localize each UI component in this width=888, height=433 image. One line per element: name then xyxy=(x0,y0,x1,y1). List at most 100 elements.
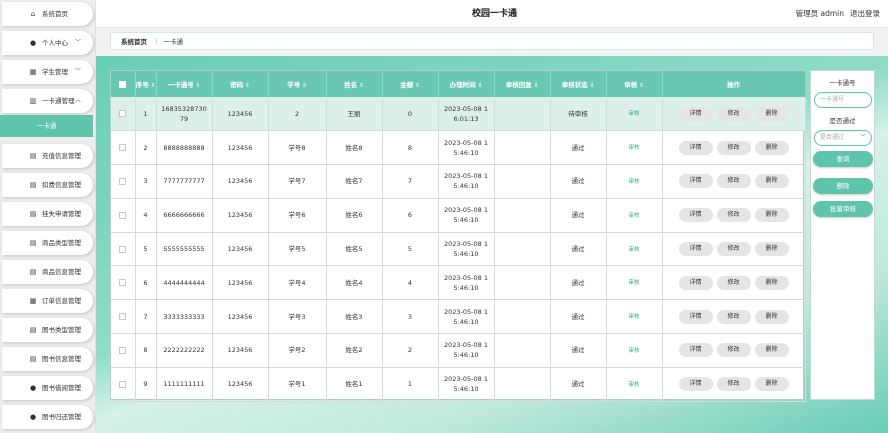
table-row[interactable]: 9 1111111111 123456 学号1 姓名1 1 2023-05-08 15:46… xyxy=(111,367,806,402)
delete-row-button[interactable]: 删除 xyxy=(754,343,789,358)
column-header[interactable]: 审核状态 ⇕ xyxy=(550,71,607,97)
sidebar-item[interactable]: ▤ 图书信息管理 ﹀ xyxy=(2,347,93,371)
detail-button[interactable]: 详情 xyxy=(678,275,713,290)
audit-link[interactable]: 审核 xyxy=(628,280,639,286)
sidebar-item[interactable]: ● 图书借阅管理 ﹀ xyxy=(2,376,93,400)
sort-icon[interactable]: ⇕ xyxy=(478,83,483,89)
table-row[interactable]: 5 5555555555 123456 学号5 姓名5 5 2023-05-08 15:46… xyxy=(111,232,806,267)
delete-row-button[interactable]: 删除 xyxy=(754,174,789,189)
search-button[interactable]: 查询 xyxy=(813,151,873,167)
sort-icon[interactable]: ⇕ xyxy=(534,83,539,89)
row-checkbox[interactable] xyxy=(119,313,127,321)
row-checkbox[interactable] xyxy=(119,245,127,253)
sidebar-item[interactable]: ▤ 图书类型管理 ﹀ xyxy=(2,318,93,342)
column-header[interactable]: 一卡通号 ⇕ xyxy=(156,71,213,97)
table-row[interactable]: 3 7777777777 123456 学号7 姓名7 7 2023-05-08 15:46… xyxy=(111,164,806,199)
sort-icon[interactable]: ⇕ xyxy=(415,83,420,89)
column-header[interactable]: 金额 ⇕ xyxy=(382,71,439,97)
delete-row-button[interactable]: 删除 xyxy=(754,208,789,223)
sidebar-item[interactable]: ▦ 订单信息管理 ﹀ xyxy=(2,289,93,313)
delete-row-button[interactable]: 删除 xyxy=(754,242,789,257)
delete-row-button[interactable]: 删除 xyxy=(754,275,789,290)
sort-icon[interactable]: ⇕ xyxy=(196,83,201,89)
edit-button[interactable]: 修改 xyxy=(716,343,751,358)
submenu-item-card[interactable]: 一卡通 xyxy=(0,115,93,137)
edit-button[interactable]: 修改 xyxy=(716,377,751,392)
audit-link[interactable]: 审核 xyxy=(628,145,639,151)
detail-button[interactable]: 详情 xyxy=(678,343,713,358)
sidebar-item[interactable]: ▤ 充值信息管理 ﹀ xyxy=(2,144,93,168)
column-header[interactable]: 序号 ⇕ xyxy=(135,71,157,97)
audit-link[interactable]: 审核 xyxy=(628,382,639,388)
delete-row-button[interactable]: 删除 xyxy=(754,106,789,121)
audit-link[interactable]: 审核 xyxy=(628,348,639,354)
row-checkbox[interactable] xyxy=(119,346,127,354)
sidebar-item[interactable]: ▤ 挂失申请管理 ﹀ xyxy=(2,202,93,226)
edit-button[interactable]: 修改 xyxy=(716,309,751,324)
select-all-checkbox[interactable] xyxy=(119,80,127,88)
table-row[interactable]: 7 3333333333 123456 学号3 姓名3 3 2023-05-08 15:46… xyxy=(111,299,806,335)
table-row[interactable]: 2 8888888888 123456 学号8 姓名8 8 2023-05-08 15:46… xyxy=(111,130,806,166)
table-row[interactable]: 8 2222222222 123456 学号2 姓名2 2 2023-05-08 15:46… xyxy=(111,333,806,368)
edit-button[interactable]: 修改 xyxy=(716,242,751,257)
edit-button[interactable]: 修改 xyxy=(716,106,751,121)
column-header[interactable]: 密码 ⇕ xyxy=(212,71,269,97)
sort-icon[interactable]: ⇕ xyxy=(245,83,250,89)
row-checkbox[interactable] xyxy=(119,110,127,118)
sidebar-item[interactable]: ● 图书归还管理 ﹀ xyxy=(2,405,93,429)
column-header[interactable]: 审核回复 ⇕ xyxy=(494,71,551,97)
audit-link[interactable]: 审核 xyxy=(628,111,639,117)
table-row[interactable]: 4 6666666666 123456 学号6 姓名6 6 2023-05-08 15:46… xyxy=(111,198,806,233)
breadcrumb-home[interactable]: 系统首页 xyxy=(121,36,147,46)
audit-link[interactable]: 审核 xyxy=(628,314,639,320)
sidebar-item[interactable]: ▤ 商品类型管理 ﹀ xyxy=(2,231,93,255)
detail-button[interactable]: 详情 xyxy=(678,309,713,324)
detail-button[interactable]: 详情 xyxy=(678,174,713,189)
row-checkbox[interactable] xyxy=(119,279,127,287)
sidebar-item[interactable]: ▤ 商品信息管理 ﹀ xyxy=(2,260,93,284)
sidebar-item[interactable]: ● 个人中心 ﹀ xyxy=(2,31,93,55)
sort-icon[interactable]: ⇕ xyxy=(590,83,595,89)
audit-link[interactable]: 审核 xyxy=(628,179,639,185)
column-header[interactable]: 审核 ⇕ xyxy=(606,71,663,97)
column-header[interactable]: 学号 ⇕ xyxy=(268,71,327,97)
column-header[interactable]: 姓名 ⇕ xyxy=(326,71,383,97)
detail-button[interactable]: 详情 xyxy=(678,208,713,223)
sidebar-item[interactable]: ⌂ 系统首页 xyxy=(2,2,93,26)
sort-icon[interactable]: ⇕ xyxy=(359,83,364,89)
detail-button[interactable]: 详情 xyxy=(678,242,713,257)
sort-icon[interactable]: ⇕ xyxy=(302,83,307,89)
delete-button[interactable]: 删除 xyxy=(813,178,873,194)
audit-link[interactable]: 审核 xyxy=(628,213,639,219)
column-header[interactable]: 办理时间 ⇕ xyxy=(438,71,495,97)
edit-button[interactable]: 修改 xyxy=(716,275,751,290)
edit-button[interactable]: 修改 xyxy=(716,208,751,223)
sidebar-item[interactable]: ▤ 扣费信息管理 ﹀ xyxy=(2,173,93,197)
table-row[interactable]: 6 4444444444 123456 学号4 姓名4 4 2023-05-08 15:46… xyxy=(111,265,806,301)
delete-row-button[interactable]: 删除 xyxy=(754,140,789,155)
audit-link[interactable]: 审核 xyxy=(628,247,639,253)
batch-audit-button[interactable]: 批量审核 xyxy=(813,201,873,217)
sort-icon[interactable]: ⇕ xyxy=(639,83,644,89)
row-checkbox[interactable] xyxy=(119,380,127,388)
row-checkbox[interactable] xyxy=(119,211,127,219)
sidebar-item[interactable]: ▥ 一卡通管理 ︿ xyxy=(2,89,93,113)
sidebar-item[interactable]: ▦ 学生管理 ﹀ xyxy=(2,60,93,84)
detail-button[interactable]: 详情 xyxy=(678,106,713,121)
table-row[interactable]: 1 1683532873079 123456 2 王丽 0 2023-05-08 16:01… xyxy=(111,97,806,132)
delete-row-button[interactable]: 删除 xyxy=(754,309,789,324)
passed-select[interactable]: 是否通过 ﹀ xyxy=(814,130,872,146)
edit-button[interactable]: 修改 xyxy=(716,174,751,189)
row-checkbox[interactable] xyxy=(119,177,127,185)
detail-button[interactable]: 详情 xyxy=(678,140,713,155)
sort-icon[interactable]: ⇕ xyxy=(151,83,156,89)
row-checkbox[interactable] xyxy=(119,144,127,152)
logout-link[interactable]: 退出登录 xyxy=(850,0,880,28)
column-header[interactable]: 操作 xyxy=(662,71,806,97)
select-all-header[interactable] xyxy=(111,71,136,97)
edit-button[interactable]: 修改 xyxy=(716,140,751,155)
delete-row-button[interactable]: 删除 xyxy=(754,377,789,392)
cell-name: 姓名4 xyxy=(326,265,383,301)
detail-button[interactable]: 详情 xyxy=(678,377,713,392)
card-number-input[interactable]: 一卡通号 xyxy=(814,92,872,108)
